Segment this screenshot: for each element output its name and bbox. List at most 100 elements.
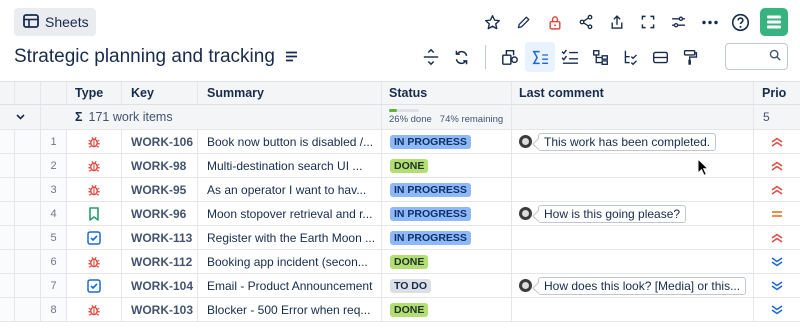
- row-select[interactable]: [15, 274, 41, 297]
- comment-bubble[interactable]: How does this look? [Media] or this...: [538, 276, 747, 295]
- status-cell[interactable]: DONE: [382, 298, 512, 321]
- status-lozenge[interactable]: TO DO: [390, 278, 432, 293]
- avatar: [519, 135, 532, 148]
- row-select[interactable]: [15, 250, 41, 273]
- table-row[interactable]: 1 WORK-106 Book now button is disabled /…: [0, 130, 800, 154]
- priority-cell[interactable]: [754, 250, 800, 273]
- summary-cell[interactable]: Book now button is disabled /...: [198, 130, 382, 153]
- column-header-status[interactable]: Status: [382, 82, 512, 104]
- settings-sliders-icon[interactable]: [663, 8, 694, 36]
- status-cell[interactable]: IN PROGRESS: [382, 178, 512, 201]
- comment-cell[interactable]: [512, 178, 754, 201]
- paint-roller-icon[interactable]: [675, 42, 705, 72]
- summary-cell[interactable]: Moon stopover retrieval and r...: [198, 202, 382, 225]
- summary-cell[interactable]: Email - Product Announcement: [198, 274, 382, 297]
- column-header-priority[interactable]: Prio: [754, 82, 800, 104]
- status-lozenge[interactable]: DONE: [390, 254, 429, 269]
- table-row[interactable]: 5 WORK-113 Register with the Earth Moon …: [0, 226, 800, 250]
- status-lozenge[interactable]: IN PROGRESS: [390, 134, 471, 149]
- priority-cell[interactable]: [754, 274, 800, 297]
- status-cell[interactable]: IN PROGRESS: [382, 202, 512, 225]
- row-select[interactable]: [15, 298, 41, 321]
- summary-cell[interactable]: Multi-destination search UI ...: [198, 154, 382, 177]
- key-link[interactable]: WORK-106: [122, 130, 198, 153]
- board-settings-icon[interactable]: [495, 42, 525, 72]
- key-link[interactable]: WORK-98: [122, 154, 198, 177]
- table-row[interactable]: 7 WORK-104 Email - Product Announcement …: [0, 274, 800, 298]
- more-icon[interactable]: [694, 8, 725, 36]
- row-select[interactable]: [15, 154, 41, 177]
- comment-bubble[interactable]: This work has been completed.: [538, 132, 717, 151]
- priority-high-icon: [771, 233, 783, 243]
- priority-cell[interactable]: [754, 298, 800, 321]
- hierarchy-icon[interactable]: [585, 42, 615, 72]
- refresh-icon[interactable]: [446, 42, 476, 72]
- column-header-last-comment[interactable]: Last comment: [512, 82, 754, 104]
- bug-type-icon: [87, 183, 101, 197]
- status-cell[interactable]: DONE: [382, 250, 512, 273]
- star-icon[interactable]: [477, 8, 508, 36]
- row-height-icon[interactable]: [416, 42, 446, 72]
- row-number: 7: [41, 274, 67, 297]
- comment-cell[interactable]: [512, 154, 754, 177]
- key-link[interactable]: WORK-113: [122, 226, 198, 249]
- status-lozenge[interactable]: DONE: [390, 158, 429, 173]
- comment-cell[interactable]: How is this going please?: [512, 202, 754, 225]
- details-icon[interactable]: [285, 46, 298, 68]
- share-icon[interactable]: [570, 8, 601, 36]
- card-icon[interactable]: [645, 42, 675, 72]
- sheets-button[interactable]: Sheets: [14, 8, 96, 36]
- status-lozenge[interactable]: IN PROGRESS: [390, 182, 471, 197]
- edit-icon[interactable]: [508, 8, 539, 36]
- comment-cell[interactable]: [512, 298, 754, 321]
- table-row[interactable]: 4 WORK-96 Moon stopover retrieval and r.…: [0, 202, 800, 226]
- summary-cell[interactable]: Register with the Earth Moon ...: [198, 226, 382, 249]
- comment-cell[interactable]: How does this look? [Media] or this...: [512, 274, 754, 297]
- row-select[interactable]: [15, 130, 41, 153]
- status-cell[interactable]: IN PROGRESS: [382, 226, 512, 249]
- fullscreen-icon[interactable]: [632, 8, 663, 36]
- export-icon[interactable]: [601, 8, 632, 36]
- comment-cell[interactable]: This work has been completed.: [512, 130, 754, 153]
- status-lozenge[interactable]: DONE: [390, 302, 429, 317]
- status-cell[interactable]: TO DO: [382, 274, 512, 297]
- checklist-icon[interactable]: [555, 42, 585, 72]
- column-header-type[interactable]: Type: [67, 82, 122, 104]
- comment-cell[interactable]: [512, 250, 754, 273]
- table-row[interactable]: 8 WORK-103 Blocker - 500 Error when req.…: [0, 298, 800, 322]
- row-select[interactable]: [15, 202, 41, 225]
- column-header-summary[interactable]: Summary: [198, 82, 382, 104]
- priority-cell[interactable]: [754, 202, 800, 225]
- column-header-key[interactable]: Key: [122, 82, 198, 104]
- table-row[interactable]: 3 WORK-95 As an operator I want to hav..…: [0, 178, 800, 202]
- row-number: 6: [41, 250, 67, 273]
- row-select[interactable]: [15, 226, 41, 249]
- key-link[interactable]: WORK-96: [122, 202, 198, 225]
- sum-icon[interactable]: [525, 42, 555, 72]
- priority-cell[interactable]: [754, 130, 800, 153]
- priority-cell[interactable]: [754, 154, 800, 177]
- key-link[interactable]: WORK-104: [122, 274, 198, 297]
- status-lozenge[interactable]: IN PROGRESS: [390, 206, 471, 221]
- table-row[interactable]: 2 WORK-98 Multi-destination search UI ..…: [0, 154, 800, 178]
- row-select[interactable]: [15, 178, 41, 201]
- lock-icon[interactable]: [539, 8, 570, 36]
- comment-cell[interactable]: [512, 226, 754, 249]
- summary-cell[interactable]: Booking app incident (secon...: [198, 250, 382, 273]
- status-cell[interactable]: DONE: [382, 154, 512, 177]
- status-lozenge[interactable]: IN PROGRESS: [390, 230, 471, 245]
- tree-check-icon[interactable]: [615, 42, 645, 72]
- help-icon[interactable]: [725, 8, 756, 36]
- collapse-toggle[interactable]: [0, 105, 41, 129]
- comment-bubble[interactable]: How is this going please?: [538, 204, 687, 223]
- summary-cell[interactable]: Blocker - 500 Error when req...: [198, 298, 382, 321]
- table-row[interactable]: 6 WORK-112 Booking app incident (secon..…: [0, 250, 800, 274]
- search-input[interactable]: [725, 43, 788, 70]
- priority-cell[interactable]: [754, 226, 800, 249]
- key-link[interactable]: WORK-103: [122, 298, 198, 321]
- priority-cell[interactable]: [754, 178, 800, 201]
- summary-cell[interactable]: As an operator I want to hav...: [198, 178, 382, 201]
- status-cell[interactable]: IN PROGRESS: [382, 130, 512, 153]
- key-link[interactable]: WORK-95: [122, 178, 198, 201]
- key-link[interactable]: WORK-112: [122, 250, 198, 273]
